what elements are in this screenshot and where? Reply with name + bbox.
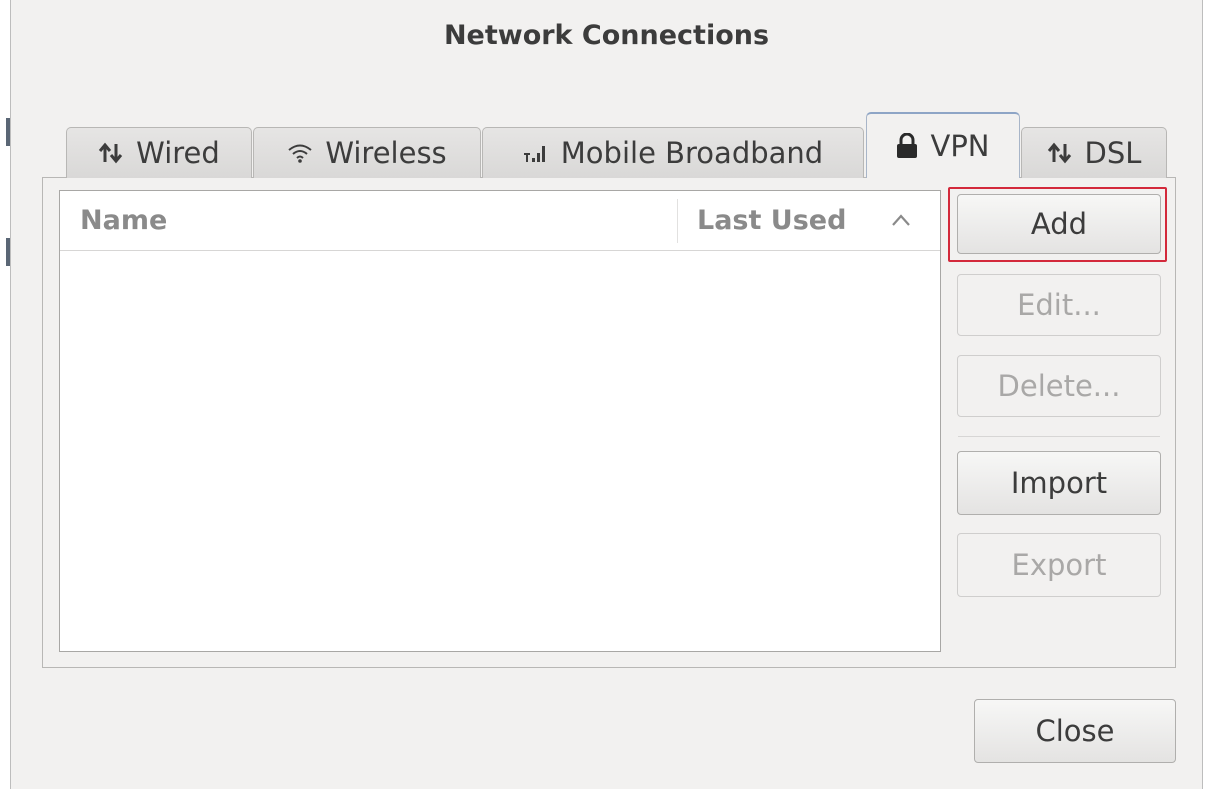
edit-button[interactable]: Edit... (957, 274, 1161, 336)
wired-connection-icon (98, 142, 124, 164)
tab-vpn[interactable]: VPN (866, 112, 1020, 178)
tab-vpn-label: VPN (930, 129, 990, 163)
tab-wired[interactable]: Wired (66, 127, 252, 178)
column-header-name[interactable]: Name (80, 205, 167, 236)
import-button[interactable]: Import (957, 451, 1161, 515)
close-button[interactable]: Close (974, 699, 1176, 763)
button-group-divider (958, 436, 1160, 437)
tab-wired-label: Wired (136, 136, 220, 170)
tab-wireless-label: Wireless (325, 136, 447, 170)
list-header: Name Last Used (60, 191, 940, 251)
tab-mobile-broadband-label: Mobile Broadband (560, 136, 824, 170)
wifi-icon (287, 142, 313, 164)
delete-button[interactable]: Delete... (957, 355, 1161, 417)
column-divider (677, 199, 678, 243)
tab-dsl-label: DSL (1084, 136, 1142, 170)
export-button[interactable]: Export (957, 533, 1161, 597)
signal-bars-icon (523, 142, 549, 164)
dsl-connection-icon (1047, 142, 1073, 164)
connection-type-tabs: Wired Wireless Mobile Broadband VPN DSL (54, 112, 1174, 178)
column-header-last-used[interactable]: Last Used (697, 205, 846, 236)
sort-ascending-icon[interactable] (890, 213, 912, 227)
add-button-highlight (948, 187, 1167, 262)
tab-dsl[interactable]: DSL (1021, 127, 1167, 178)
tab-wireless[interactable]: Wireless (253, 127, 481, 178)
vpn-connections-list[interactable]: Name Last Used (59, 190, 941, 652)
tab-mobile-broadband[interactable]: Mobile Broadband (482, 127, 864, 178)
lock-icon (896, 133, 918, 159)
dialog-title: Network Connections (443, 20, 770, 51)
